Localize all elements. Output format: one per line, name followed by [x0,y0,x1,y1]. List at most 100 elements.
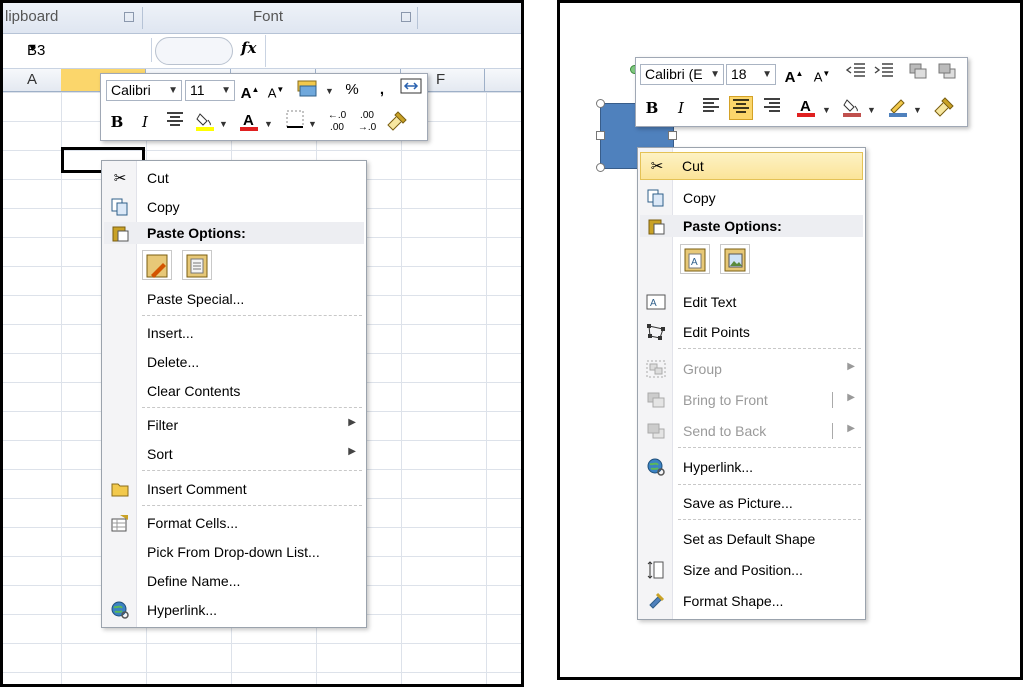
menu-item-hyperlink[interactable]: Hyperlink... [640,454,863,480]
increase-list-level-icon[interactable] [872,62,896,86]
decrease-decimal-icon[interactable]: .00 →.0 [355,110,379,134]
bold-icon[interactable]: B [105,110,129,134]
menu-item-save-as-picture[interactable]: Save as Picture... [640,490,863,516]
bring-to-front-icon[interactable] [906,62,930,86]
shrink-font-icon[interactable]: A▼ [264,78,288,102]
menu-item-bring-to-front[interactable]: Bring to Front ▶ [640,387,863,413]
menu-item-paste-special[interactable]: Paste Special... [104,286,364,312]
bold-icon[interactable]: B [640,96,664,120]
font-launcher-icon[interactable] [401,12,411,22]
name-box[interactable]: B3 ▼ [3,38,152,62]
chevron-down-icon[interactable]: ▼ [264,119,273,129]
font-color-icon[interactable]: A [794,96,818,120]
comma-button[interactable]: , [370,78,394,102]
menu-item-label: Insert Comment [147,481,247,497]
format-painter-icon[interactable] [932,96,956,120]
menu-item-filter[interactable]: Filter ▶ [104,412,364,438]
align-left-icon[interactable] [699,96,723,120]
chevron-down-icon[interactable]: ▼ [867,105,876,115]
menu-item-format-cells[interactable]: Format Cells... [104,510,364,536]
menu-item-insert-comment[interactable]: Insert Comment [104,476,364,502]
merge-icon[interactable] [399,78,423,102]
font-name-combo[interactable]: Calibri ▼ [106,80,182,101]
font-size-combo[interactable]: 18 ▼ [726,64,776,85]
chevron-down-icon[interactable]: ▼ [913,105,922,115]
menu-item-edit-text[interactable]: A Edit Text [640,289,863,315]
italic-icon[interactable]: I [133,110,157,134]
font-size-combo[interactable]: 11 ▼ [185,80,235,101]
submenu-arrow-icon[interactable]: ▶ [847,392,855,403]
menu-item-cut[interactable]: ✂ Cut [640,152,863,180]
grow-font-icon[interactable]: A▲ [238,78,262,102]
menu-item-group[interactable]: Group ▶ [640,356,863,382]
decrease-list-level-icon[interactable] [844,62,868,86]
insert-function-icon[interactable]: fx [241,39,256,57]
menu-item-format-shape[interactable]: Format Shape... [640,588,863,614]
menu-separator [142,407,362,408]
align-center-icon[interactable] [729,96,753,120]
submenu-arrow-icon[interactable]: ▶ [847,423,855,434]
resize-handle[interactable] [668,131,677,140]
menu-item-insert[interactable]: Insert... [104,320,364,346]
chevron-down-icon[interactable]: ▼ [221,81,231,100]
menu-item-hyperlink[interactable]: Hyperlink... [104,597,364,623]
fill-color-icon[interactable] [840,96,864,120]
menu-item-label: Edit Text [683,294,737,310]
formula-expander[interactable] [155,37,233,65]
borders-icon[interactable] [283,110,307,134]
font-color-icon[interactable]: A [237,110,261,134]
chevron-down-icon[interactable]: ▼ [325,86,334,96]
paste-icon [110,223,130,243]
align-right-icon[interactable] [760,96,784,120]
menu-item-size-and-position[interactable]: Size and Position... [640,557,863,583]
paste-values-button[interactable] [182,250,212,280]
paste-text-button[interactable]: A [680,244,710,274]
menu-item-copy[interactable]: Copy [640,185,863,211]
ribbon-group-labels: lipboard Font [3,3,521,34]
resize-handle[interactable] [596,163,605,172]
menu-item-define-name[interactable]: Define Name... [104,568,364,594]
menu-item-label: Save as Picture... [683,495,793,511]
clipboard-launcher-icon[interactable] [124,12,134,22]
resize-handle[interactable] [596,99,605,108]
format-painter-icon[interactable] [385,110,409,134]
font-name-value: Calibri (E [645,66,703,82]
percent-button[interactable]: % [340,78,364,102]
menu-item-clear-contents[interactable]: Clear Contents [104,378,364,404]
font-size-value: 11 [190,82,205,98]
font-name-combo[interactable]: Calibri (E ▼ [640,64,724,85]
fill-color-icon[interactable] [193,110,217,134]
resize-handle[interactable] [596,131,605,140]
column-header-a[interactable]: A [3,69,62,91]
menu-item-edit-points[interactable]: Edit Points [640,319,863,345]
chevron-down-icon[interactable]: ▼ [308,119,317,129]
chevron-down-icon[interactable]: ▼ [762,65,772,84]
svg-text:A: A [800,98,811,115]
mini-toolbar: Calibri (E ▼ 18 ▼ A▲ A▼ B I A ▼ ▼ ▼ [635,57,968,127]
chevron-down-icon[interactable]: ▼ [710,65,720,84]
menu-item-send-to-back[interactable]: Send to Back ▶ [640,418,863,444]
chevron-down-icon[interactable]: ▼ [822,105,831,115]
chevron-down-icon[interactable]: ▼ [219,119,228,129]
context-menu: ✂ Cut Copy Paste Options: Paste Special.… [101,160,367,628]
menu-item-pick-from-list[interactable]: Pick From Drop-down List... [104,539,364,565]
chevron-down-icon[interactable]: ▼ [27,42,145,54]
menu-item-label: Sort [147,446,173,462]
shrink-font-icon[interactable]: A▼ [810,62,834,86]
paste-formatting-button[interactable] [142,250,172,280]
menu-item-cut[interactable]: ✂ Cut [104,165,364,191]
grow-font-icon[interactable]: A▲ [782,62,806,86]
currency-icon[interactable] [296,78,320,102]
italic-icon[interactable]: I [669,96,693,120]
edit-points-icon [646,322,666,342]
send-to-back-icon[interactable] [935,62,959,86]
chevron-down-icon[interactable]: ▼ [168,81,178,100]
paste-picture-button[interactable] [720,244,750,274]
menu-item-delete[interactable]: Delete... [104,349,364,375]
align-center-icon[interactable] [163,110,187,134]
shape-outline-icon[interactable] [886,96,910,120]
menu-item-copy[interactable]: Copy [104,194,364,220]
menu-item-sort[interactable]: Sort ▶ [104,441,364,467]
menu-item-set-default-shape[interactable]: Set as Default Shape [640,526,863,552]
increase-decimal-icon[interactable]: ←.0.00 [325,110,349,134]
